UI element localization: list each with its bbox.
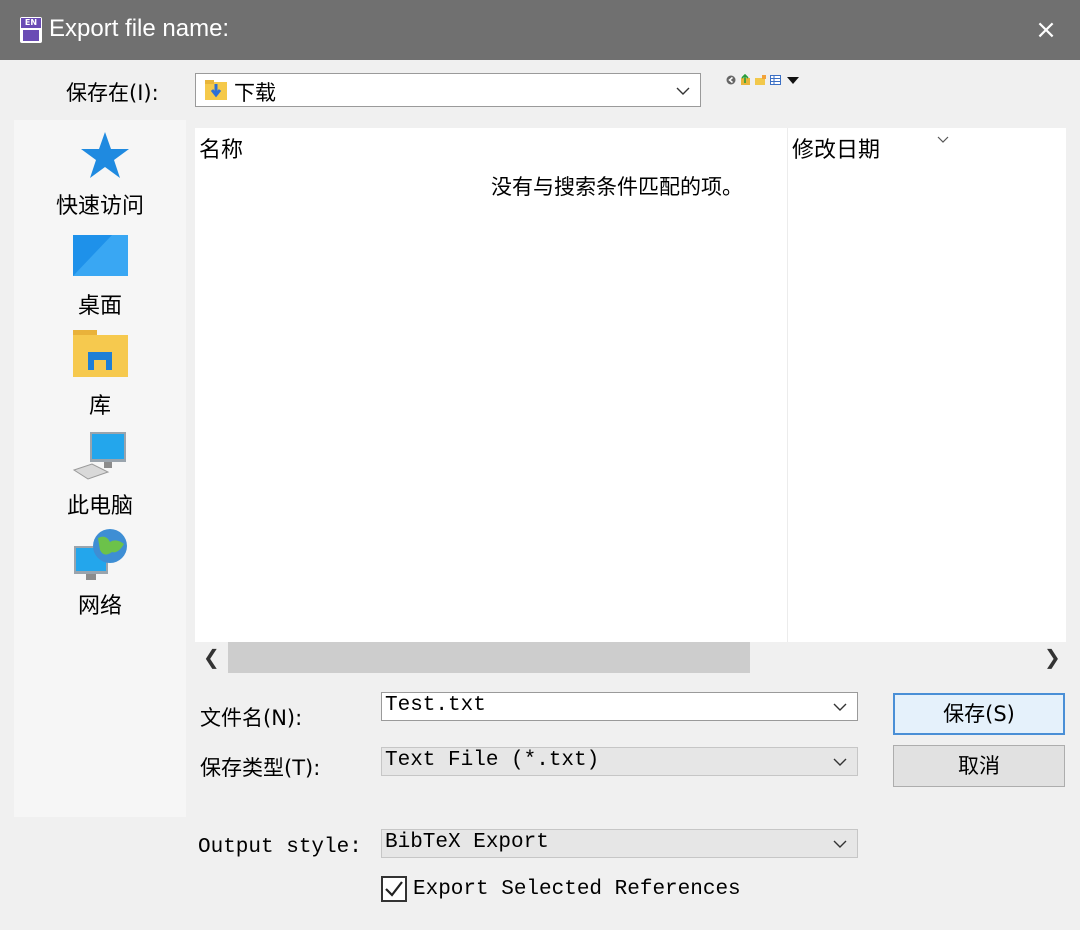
output-style-value: BibTeX Export [385, 831, 549, 854]
column-divider[interactable] [787, 128, 788, 642]
checkmark-icon [385, 881, 403, 897]
up-folder-icon[interactable] [740, 74, 751, 86]
desktop-icon [73, 235, 128, 276]
save-in-folder: 下载 [234, 81, 276, 105]
filename-input[interactable]: Test.txt [381, 692, 858, 721]
title-bar[interactable]: EN Export file name: × [0, 0, 1080, 60]
view-menu-icon[interactable] [770, 75, 782, 86]
back-icon[interactable] [726, 75, 736, 85]
export-selected-checkbox[interactable] [381, 876, 407, 902]
computer-icon [72, 432, 126, 480]
place-quick-access[interactable]: 快速访问 [14, 130, 186, 225]
chevron-down-icon[interactable] [831, 698, 849, 716]
save-in-label: 保存在(I): [66, 81, 159, 105]
sort-chevron-icon[interactable] [937, 136, 949, 144]
chevron-down-icon[interactable] [831, 753, 849, 771]
cancel-button[interactable]: 取消 [893, 745, 1065, 787]
chevron-down-icon[interactable] [831, 835, 849, 853]
place-label: 快速访问 [55, 194, 144, 219]
filetype-value: Text File (*.txt) [385, 749, 600, 772]
place-label: 库 [88, 394, 111, 419]
scroll-right-icon[interactable]: ❯ [1044, 645, 1061, 669]
filename-value: Test.txt [385, 694, 486, 717]
download-folder-icon [205, 80, 227, 100]
filetype-label: 保存类型(T): [200, 756, 321, 780]
place-library[interactable]: 库 [14, 330, 186, 422]
chevron-down-icon[interactable] [674, 82, 692, 100]
save-in-dropdown[interactable]: 下载 [195, 73, 701, 107]
new-folder-icon[interactable] [755, 75, 767, 86]
empty-message: 没有与搜索条件匹配的项。 [491, 175, 743, 199]
column-header-name[interactable]: 名称 [199, 132, 243, 164]
endnote-app-icon: EN [20, 17, 42, 43]
place-desktop[interactable]: 桌面 [14, 232, 186, 322]
star-icon [81, 132, 129, 178]
scroll-left-icon[interactable]: ❮ [203, 645, 220, 669]
library-folder-icon [73, 330, 128, 377]
column-header-modified[interactable]: 修改日期 [792, 132, 880, 164]
place-this-pc[interactable]: 此电脑 [14, 430, 186, 522]
place-label: 桌面 [77, 294, 122, 319]
scrollbar-thumb[interactable] [228, 642, 750, 673]
places-sidebar: 快速访问 桌面 库 此电脑 网络 [14, 120, 186, 817]
place-label: 网络 [77, 594, 122, 619]
output-style-label: Output style: [198, 836, 362, 859]
save-button[interactable]: 保存(S) [893, 693, 1065, 735]
place-label: 此电脑 [66, 494, 133, 519]
filetype-dropdown[interactable]: Text File (*.txt) [381, 747, 858, 776]
app-icon-label: EN [21, 18, 41, 28]
output-style-dropdown[interactable]: BibTeX Export [381, 829, 858, 858]
file-list[interactable]: 名称 修改日期 没有与搜索条件匹配的项。 [195, 128, 1066, 642]
export-selected-label[interactable]: Export Selected References [413, 878, 741, 901]
export-dialog: EN Export file name: × 保存在(I): 下载 快速访问 桌… [0, 0, 1080, 930]
filename-label: 文件名(N): [200, 706, 303, 730]
horizontal-scrollbar[interactable]: ❮ ❯ [195, 642, 1066, 673]
close-icon[interactable]: × [1030, 14, 1062, 46]
place-network[interactable]: 网络 [14, 528, 186, 622]
view-dropdown-arrow-icon[interactable] [786, 76, 800, 85]
network-globe-icon [74, 529, 127, 580]
window-title: Export file name: [49, 15, 230, 42]
